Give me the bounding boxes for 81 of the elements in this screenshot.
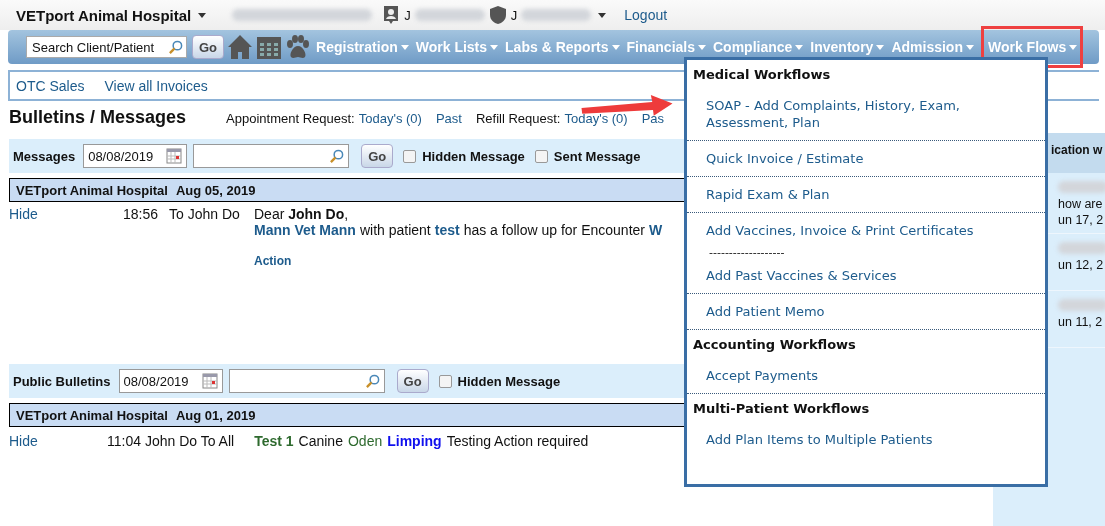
bulletin-patient: Oden [347,433,383,449]
redacted-text [1058,242,1105,254]
checkbox[interactable] [534,149,548,163]
checkbox-label: Sent Message [553,148,641,164]
hide-link[interactable]: Hide [9,433,102,449]
group-date: Aug 05, 2019 [175,182,256,198]
past-link[interactable]: Pas [641,111,665,126]
bulletin-meta: 11:04 John Do To All [107,433,235,449]
panel-text: un 11, 2 [1058,315,1104,329]
menu-item[interactable]: Add Plan Items to Multiple Patients [687,422,1045,457]
calendar-icon[interactable] [166,148,183,164]
bulletin-text: Testing Action required [446,433,589,449]
bulletin-problem: Limping [387,433,442,449]
calendar-icon[interactable] [256,34,283,60]
go-button[interactable]: Go [192,35,225,59]
sub-nav-link[interactable]: View all Invoices [104,77,208,94]
checkbox[interactable] [403,149,417,163]
message-greeting: Dear John Do, [254,206,349,222]
message-link[interactable]: Mann Vet Mann [254,222,356,238]
user-icon [382,5,401,25]
caret-icon [198,12,207,18]
menu-section-title: Accounting Workflows [687,329,1045,358]
user-name: J [404,7,411,23]
search-field[interactable]: Search Client/Patient [26,36,187,58]
sub-nav-link[interactable]: OTC Sales [16,77,85,94]
checkbox-label: Hidden Message [422,148,525,164]
section-label: Messages [13,148,76,164]
menu-section-title: Medical Workflows [692,66,832,84]
redacted-text [414,9,485,21]
search-icon [364,373,380,389]
panel-text: un 17, 2 [1058,213,1105,227]
panel-text: un 12, 2 [1058,258,1105,272]
request-label: Refill Request: [475,111,561,126]
hide-link[interactable]: Hide [9,206,123,268]
page-title: Bulletins / Messages [9,107,187,128]
paw-icon[interactable] [285,34,312,60]
message-text: has a follow up for Encounter [463,222,645,238]
go-button[interactable]: Go [361,144,394,168]
group-clinic: VETport Animal Hospital [16,407,168,423]
menu-item[interactable]: Quick Invoice / Estimate [687,140,1045,176]
home-icon[interactable] [227,34,254,60]
group-clinic: VETport Animal Hospital [16,182,168,198]
action-link[interactable]: Action [254,254,292,268]
message-time: 18:56 [123,206,160,224]
shield-icon [488,5,507,25]
caret-icon [598,12,607,18]
message-link[interactable]: W [649,222,663,238]
menu-item[interactable]: Add Patient Memo [687,293,1045,329]
checkbox[interactable] [438,374,452,388]
past-link[interactable]: Past [435,111,462,126]
message-text: with patient [359,222,431,238]
section-label: Public Bulletins [13,373,111,389]
search-field[interactable] [193,144,350,168]
clinic-selector[interactable]: VETport Animal Hospital [16,6,207,24]
role-name[interactable]: J [510,7,518,23]
go-button[interactable]: Go [396,369,429,393]
group-date: Aug 01, 2019 [175,407,256,423]
menu-section-title: Multi-Patient Workflows [687,393,1045,422]
bulletin-title: Test 1 [254,433,294,449]
bulletin-text: Canine [298,433,343,449]
search-icon [329,148,345,164]
redacted-text [1058,181,1105,193]
today-link[interactable]: Today's (0) [358,111,422,126]
request-label: Appointment Request: [226,111,355,126]
menu-item[interactable]: Add Past Vaccines & Services [687,258,1045,293]
date-field[interactable]: 08/08/2019 [118,369,223,393]
panel-text: how are [1058,197,1104,211]
menu-item[interactable]: Rapid Exam & Plan [687,176,1045,212]
date-field[interactable]: 08/08/2019 [83,144,188,168]
message-link[interactable]: test [434,222,460,238]
logout-link[interactable]: Logout [624,7,668,23]
calendar-icon[interactable] [201,373,218,389]
menu-item[interactable]: Accept Payments [687,358,1045,393]
menu-item[interactable]: Add Vaccines, Invoice & Print Certificates [687,212,1045,248]
redacted-text [521,9,592,21]
redacted-text [1058,299,1105,311]
menu-separator-text: ------------------- [708,248,786,258]
message-recipient: To John Do [169,206,241,224]
search-field[interactable] [228,369,385,393]
today-link[interactable]: Today's (0) [564,111,628,126]
checkbox-label: Hidden Message [457,373,561,389]
